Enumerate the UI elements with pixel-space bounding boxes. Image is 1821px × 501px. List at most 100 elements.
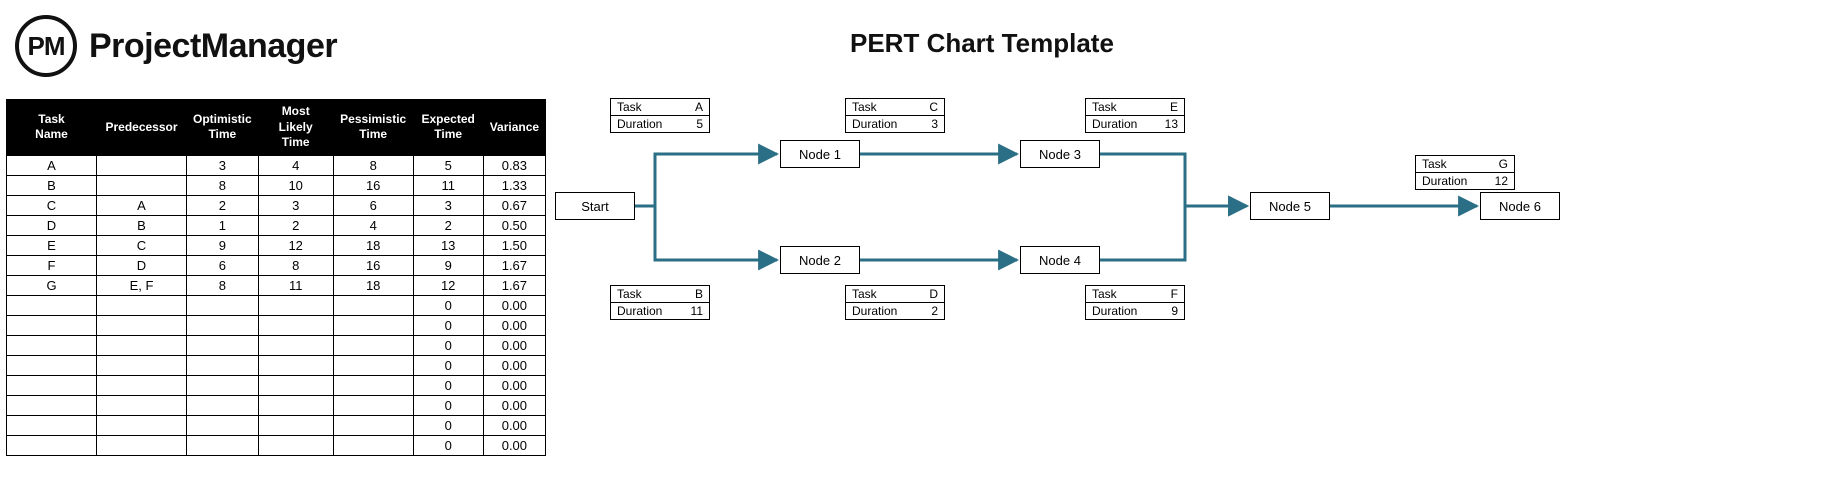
cell-ml[interactable] [258, 435, 333, 455]
cell-pes[interactable] [333, 315, 413, 335]
cell-pred[interactable] [97, 375, 187, 395]
cell-exp[interactable]: 2 [413, 215, 483, 235]
cell-exp[interactable]: 12 [413, 275, 483, 295]
cell-pred[interactable] [97, 315, 187, 335]
cell-ml[interactable] [258, 395, 333, 415]
cell-exp[interactable]: 5 [413, 155, 483, 175]
cell-opt[interactable]: 6 [187, 255, 259, 275]
cell-var[interactable]: 1.33 [483, 175, 545, 195]
cell-pred[interactable] [97, 335, 187, 355]
cell-pred[interactable]: B [97, 215, 187, 235]
cell-pred[interactable]: E, F [97, 275, 187, 295]
cell-var[interactable]: 0.00 [483, 415, 545, 435]
cell-pes[interactable]: 18 [333, 235, 413, 255]
cell-exp[interactable]: 11 [413, 175, 483, 195]
cell-pes[interactable]: 16 [333, 255, 413, 275]
cell-task[interactable] [7, 435, 97, 455]
cell-var[interactable]: 0.00 [483, 375, 545, 395]
cell-opt[interactable]: 2 [187, 195, 259, 215]
cell-pred[interactable] [97, 355, 187, 375]
cell-ml[interactable]: 10 [258, 175, 333, 195]
cell-pes[interactable]: 4 [333, 215, 413, 235]
cell-ml[interactable] [258, 315, 333, 335]
cell-exp[interactable]: 0 [413, 435, 483, 455]
cell-ml[interactable] [258, 355, 333, 375]
cell-exp[interactable]: 0 [413, 395, 483, 415]
cell-opt[interactable] [187, 375, 259, 395]
cell-pes[interactable]: 16 [333, 175, 413, 195]
cell-ml[interactable] [258, 415, 333, 435]
cell-task[interactable]: A [7, 155, 97, 175]
cell-opt[interactable]: 3 [187, 155, 259, 175]
cell-ml[interactable]: 11 [258, 275, 333, 295]
cell-pes[interactable] [333, 395, 413, 415]
cell-exp[interactable]: 0 [413, 295, 483, 315]
cell-ml[interactable]: 3 [258, 195, 333, 215]
cell-pes[interactable] [333, 375, 413, 395]
cell-pred[interactable] [97, 295, 187, 315]
cell-var[interactable]: 1.50 [483, 235, 545, 255]
cell-exp[interactable]: 0 [413, 315, 483, 335]
cell-pred[interactable] [97, 155, 187, 175]
cell-exp[interactable]: 13 [413, 235, 483, 255]
cell-var[interactable]: 0.83 [483, 155, 545, 175]
cell-task[interactable] [7, 375, 97, 395]
cell-task[interactable] [7, 415, 97, 435]
cell-task[interactable]: C [7, 195, 97, 215]
cell-opt[interactable] [187, 415, 259, 435]
cell-opt[interactable] [187, 335, 259, 355]
cell-opt[interactable] [187, 395, 259, 415]
cell-var[interactable]: 0.00 [483, 335, 545, 355]
cell-ml[interactable]: 4 [258, 155, 333, 175]
cell-pes[interactable] [333, 355, 413, 375]
cell-exp[interactable]: 0 [413, 355, 483, 375]
cell-task[interactable] [7, 315, 97, 335]
cell-pred[interactable] [97, 175, 187, 195]
cell-var[interactable]: 0.00 [483, 355, 545, 375]
cell-exp[interactable]: 9 [413, 255, 483, 275]
cell-opt[interactable] [187, 355, 259, 375]
cell-var[interactable]: 0.00 [483, 295, 545, 315]
cell-task[interactable]: E [7, 235, 97, 255]
cell-task[interactable] [7, 295, 97, 315]
cell-pred[interactable] [97, 435, 187, 455]
cell-pes[interactable]: 8 [333, 155, 413, 175]
cell-task[interactable] [7, 335, 97, 355]
cell-exp[interactable]: 0 [413, 415, 483, 435]
cell-task[interactable]: D [7, 215, 97, 235]
cell-pes[interactable]: 6 [333, 195, 413, 215]
cell-task[interactable]: B [7, 175, 97, 195]
cell-exp[interactable]: 0 [413, 375, 483, 395]
cell-ml[interactable] [258, 375, 333, 395]
cell-ml[interactable]: 12 [258, 235, 333, 255]
cell-var[interactable]: 0.00 [483, 315, 545, 335]
cell-task[interactable] [7, 395, 97, 415]
cell-task[interactable]: F [7, 255, 97, 275]
cell-pred[interactable] [97, 415, 187, 435]
cell-opt[interactable]: 1 [187, 215, 259, 235]
cell-pes[interactable] [333, 435, 413, 455]
cell-var[interactable]: 0.00 [483, 395, 545, 415]
cell-pred[interactable] [97, 395, 187, 415]
cell-var[interactable]: 0.00 [483, 435, 545, 455]
cell-opt[interactable]: 8 [187, 275, 259, 295]
cell-pred[interactable]: C [97, 235, 187, 255]
cell-var[interactable]: 0.50 [483, 215, 545, 235]
cell-ml[interactable]: 8 [258, 255, 333, 275]
cell-var[interactable]: 1.67 [483, 275, 545, 295]
cell-task[interactable]: G [7, 275, 97, 295]
cell-opt[interactable]: 9 [187, 235, 259, 255]
cell-opt[interactable] [187, 435, 259, 455]
cell-exp[interactable]: 0 [413, 335, 483, 355]
cell-ml[interactable]: 2 [258, 215, 333, 235]
cell-pes[interactable] [333, 295, 413, 315]
cell-exp[interactable]: 3 [413, 195, 483, 215]
cell-ml[interactable] [258, 335, 333, 355]
cell-opt[interactable] [187, 315, 259, 335]
cell-opt[interactable]: 8 [187, 175, 259, 195]
cell-var[interactable]: 0.67 [483, 195, 545, 215]
cell-opt[interactable] [187, 295, 259, 315]
cell-task[interactable] [7, 355, 97, 375]
cell-pred[interactable]: D [97, 255, 187, 275]
cell-ml[interactable] [258, 295, 333, 315]
